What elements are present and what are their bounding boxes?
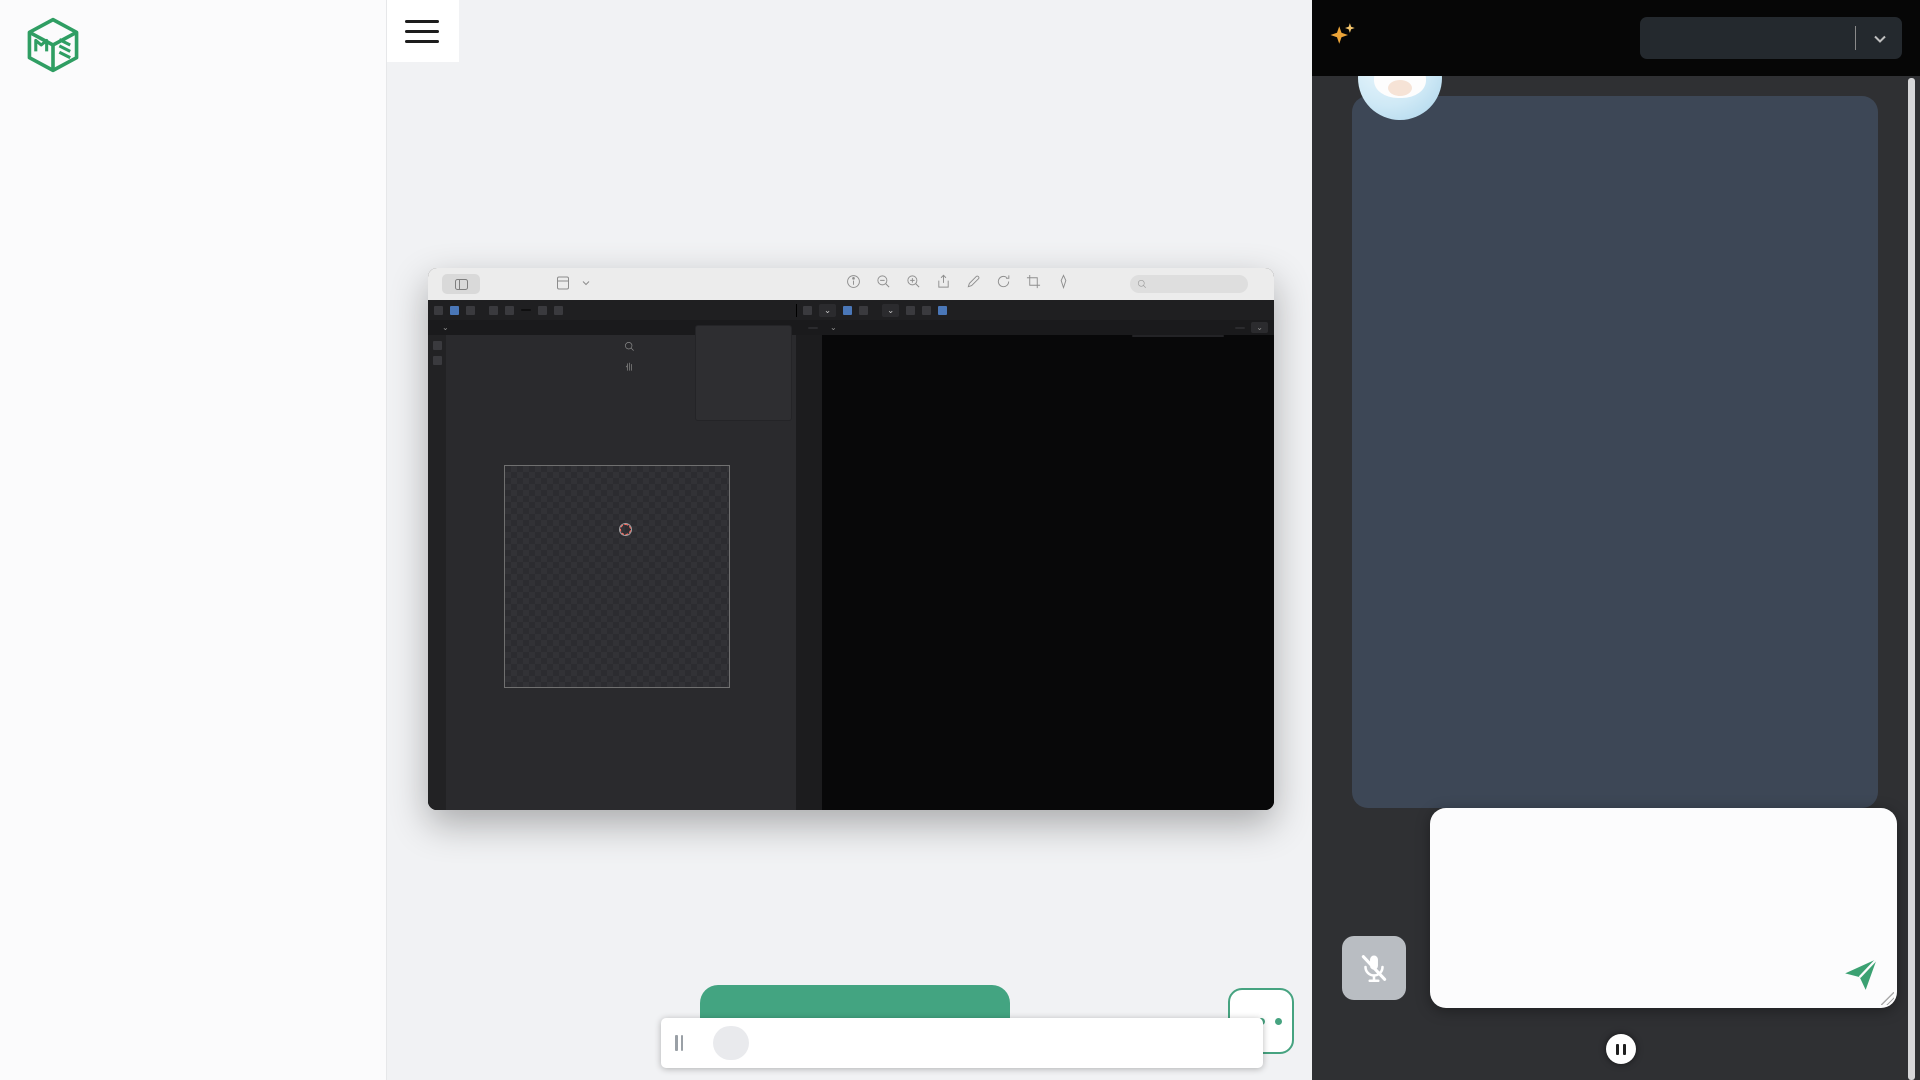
resize-handle[interactable] bbox=[1881, 992, 1894, 1005]
chat-scrollbar[interactable] bbox=[1908, 78, 1915, 1080]
pause-button[interactable] bbox=[1606, 1034, 1636, 1064]
options-dropdown: ⌄ bbox=[1251, 322, 1268, 333]
texture-name-chip bbox=[521, 309, 531, 311]
coach-header bbox=[1312, 0, 1920, 76]
end-conversation-row bbox=[1312, 1034, 1920, 1064]
active-tool-panel bbox=[1132, 335, 1224, 337]
preview-toolbar-icons bbox=[846, 274, 1071, 289]
coach-message-bubble bbox=[1352, 96, 1878, 808]
viewport-tool-strip bbox=[796, 335, 822, 810]
uv-2d-cursor bbox=[620, 524, 631, 535]
blender-top-bar: ⌄ ⌄ bbox=[428, 300, 1274, 320]
preview-filename bbox=[556, 276, 590, 290]
uv-editor-tool-strip bbox=[428, 335, 446, 810]
chevron-down-icon bbox=[1872, 31, 1888, 47]
shared-screen-preview-window: ⌄ ⌄ ⌄ ⌄ ⌄ bbox=[428, 268, 1274, 810]
crop-icon bbox=[1026, 274, 1041, 289]
coord-dropdown bbox=[808, 327, 818, 329]
blender-screenshot: ⌄ ⌄ ⌄ ⌄ ⌄ bbox=[428, 300, 1274, 810]
headphone-wireframe-scene bbox=[796, 335, 1274, 810]
axis-buttons bbox=[1235, 327, 1245, 329]
drag-handle-icon[interactable] bbox=[675, 1035, 683, 1051]
sidebar-toggle-icon bbox=[442, 274, 480, 294]
mic-off-icon bbox=[1357, 951, 1391, 985]
preview-titlebar bbox=[428, 268, 1274, 301]
blender-hint-bar: ⌄ ⌄ ⌄ bbox=[428, 320, 1274, 335]
hamburger-menu-button[interactable] bbox=[387, 0, 459, 62]
send-button[interactable] bbox=[1841, 954, 1881, 994]
page-icon bbox=[556, 276, 570, 290]
chat-input[interactable] bbox=[1430, 808, 1897, 1008]
zoom-out-icon bbox=[876, 274, 891, 289]
pen-icon bbox=[1056, 274, 1071, 289]
viewport-3d bbox=[796, 335, 1274, 810]
rotate-icon bbox=[996, 274, 1011, 289]
uv-zoom-icon bbox=[624, 339, 635, 357]
logo-cube-icon bbox=[24, 16, 82, 74]
info-icon bbox=[846, 274, 861, 289]
chrome-share-bar bbox=[661, 1018, 1263, 1068]
virtual-coach-panel bbox=[1312, 0, 1920, 1080]
app-root: ⌄ ⌄ ⌄ ⌄ ⌄ bbox=[0, 0, 1920, 1080]
output-format-select[interactable] bbox=[1640, 17, 1902, 59]
mode-dropdown: ⌄ bbox=[819, 304, 836, 317]
uv-space-tile bbox=[504, 465, 730, 688]
logo[interactable] bbox=[24, 16, 94, 74]
sparkle-icon bbox=[1328, 20, 1358, 50]
orientation-dropdown: ⌄ bbox=[882, 304, 899, 317]
search-icon bbox=[1137, 279, 1147, 289]
image-properties-panel bbox=[695, 325, 792, 421]
uv-pan-icon bbox=[624, 359, 635, 377]
sidebar bbox=[0, 0, 387, 1080]
markup-pencil-icon bbox=[966, 274, 981, 289]
chevron-down-icon bbox=[582, 280, 590, 286]
preview-search-field bbox=[1130, 275, 1248, 293]
share-icon bbox=[936, 274, 951, 289]
zoom-in-icon bbox=[906, 274, 921, 289]
stop-sharing-button[interactable] bbox=[713, 1026, 749, 1060]
mic-muted-button[interactable] bbox=[1342, 936, 1406, 1000]
